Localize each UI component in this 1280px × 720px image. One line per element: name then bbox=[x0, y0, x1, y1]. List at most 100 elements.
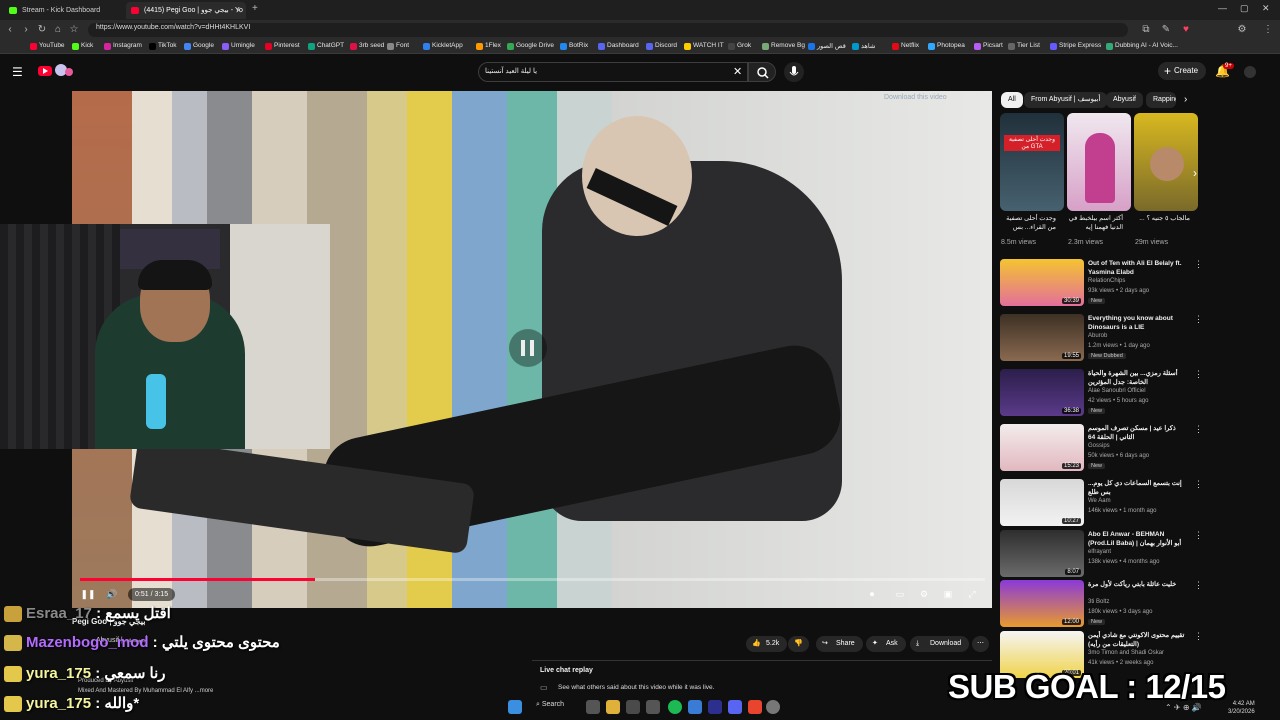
short-title-2[interactable]: أكثر اسم بيلخبط في الدنيا فهمنا إيه bbox=[1063, 214, 1123, 232]
task-view-icon[interactable] bbox=[586, 700, 600, 714]
doodle-logo-icon[interactable] bbox=[55, 64, 79, 78]
download-video-hint[interactable]: Download this video bbox=[884, 94, 947, 101]
autoplay-toggle-icon[interactable]: ⏺ bbox=[864, 588, 880, 601]
voice-search-button[interactable] bbox=[784, 62, 804, 82]
bookmark-item[interactable]: Photopea bbox=[928, 42, 965, 50]
chip-all[interactable]: All bbox=[1001, 92, 1023, 108]
bookmark-item[interactable]: Google Drive bbox=[507, 42, 554, 50]
bookmark-item[interactable]: TikTok bbox=[149, 42, 177, 50]
fullscreen-icon[interactable]: ⤢ bbox=[964, 588, 980, 601]
channel-name[interactable]: Alae Sanoubri Officiel bbox=[1088, 388, 1146, 394]
bookmark-item[interactable]: Google bbox=[184, 42, 214, 50]
more-options-icon[interactable]: ⋮ bbox=[1194, 259, 1203, 270]
premiere-icon[interactable] bbox=[708, 700, 722, 714]
settings-icon[interactable]: ⚙ bbox=[1236, 24, 1248, 36]
chip-rapping[interactable]: Rapping bbox=[1146, 92, 1176, 108]
ask-button[interactable]: ✦ Ask bbox=[866, 636, 906, 652]
more-options-icon[interactable]: ⋮ bbox=[1194, 424, 1203, 435]
recommended-video[interactable]: 8:07 Abo El Anwar - BEHMAN (Prod.Lil Baba… bbox=[1000, 530, 1203, 580]
bookmark-item[interactable]: قص الصور bbox=[808, 42, 846, 50]
channel-name[interactable]: elfrayant bbox=[1088, 549, 1111, 555]
recommended-video[interactable]: 10:27 إنت بتسمع السماعات دي كل يوم... بس … bbox=[1000, 479, 1203, 529]
youtube-logo-icon[interactable] bbox=[38, 66, 52, 76]
maximize-button[interactable]: ▢ bbox=[1240, 3, 1249, 14]
spotify-icon[interactable] bbox=[668, 700, 682, 714]
bookmark-item[interactable]: Remove Bg bbox=[762, 42, 805, 50]
video-thumbnail[interactable]: 19:55 bbox=[1000, 314, 1084, 361]
video-title[interactable]: Out of Ten with Ali El Belaly ft. Yasmin… bbox=[1088, 259, 1192, 277]
short-thumb-1[interactable]: وجدت أحلى تصفية من GTA bbox=[1000, 113, 1064, 211]
menu-icon[interactable]: ⋮ bbox=[1262, 24, 1274, 36]
bookmark-item[interactable]: ChatGPT bbox=[308, 42, 344, 50]
recommended-video[interactable]: 12:00 خليت عائلة بابتي ريأكت لأول مرة 3ti … bbox=[1000, 580, 1203, 630]
bookmark-item[interactable]: 3rb seed bbox=[350, 42, 384, 50]
bookmark-item[interactable]: Discord bbox=[646, 42, 677, 50]
channel-name[interactable]: Gossips bbox=[1088, 443, 1110, 449]
heart-icon[interactable]: ♥ bbox=[1180, 24, 1192, 36]
share-button[interactable]: ↪ Share bbox=[816, 636, 863, 652]
bookmark-item[interactable]: Stripe Express bbox=[1050, 42, 1101, 50]
like-button[interactable]: 👍 5.2k bbox=[746, 636, 788, 652]
windows-start-icon[interactable] bbox=[508, 700, 522, 714]
bookmark-item[interactable]: Pinterest bbox=[265, 42, 300, 50]
create-button[interactable]: + Create bbox=[1158, 62, 1206, 80]
subtitles-icon[interactable]: ▭ bbox=[892, 588, 908, 601]
more-options-icon[interactable]: ⋮ bbox=[1194, 580, 1203, 591]
short-thumb-2[interactable] bbox=[1067, 113, 1131, 211]
video-thumbnail[interactable]: 10:27 bbox=[1000, 479, 1084, 526]
avatar[interactable] bbox=[1244, 66, 1256, 78]
brave-browser-icon[interactable] bbox=[748, 700, 762, 714]
home-icon[interactable]: ⌂ bbox=[52, 24, 64, 36]
edit-icon[interactable]: ✎ bbox=[1160, 24, 1172, 36]
more-options-icon[interactable]: ⋮ bbox=[1194, 530, 1203, 541]
app-icon[interactable] bbox=[626, 700, 640, 714]
bookmark-item[interactable]: Font bbox=[387, 42, 409, 50]
channel-name[interactable]: 3mo Timon and Shadi Oskar bbox=[1088, 650, 1164, 656]
system-tray-icon[interactable]: ⌃ ✈ ⊕ 🔊 bbox=[1165, 703, 1202, 712]
bookmark-item[interactable]: Netflix bbox=[892, 42, 919, 50]
channel-name[interactable]: 3ti Boltz bbox=[1088, 599, 1109, 605]
dislike-button[interactable]: 👎 bbox=[788, 636, 809, 652]
bookmark-item[interactable]: Tier List bbox=[1008, 42, 1040, 50]
chips-next-icon[interactable]: › bbox=[1184, 94, 1187, 105]
obs-icon[interactable] bbox=[766, 700, 780, 714]
video-title[interactable]: خليت عائلة بابتي ريأكت لأول مرة bbox=[1088, 580, 1192, 598]
shorts-next-icon[interactable]: › bbox=[1193, 166, 1197, 180]
video-thumbnail[interactable]: 8:07 bbox=[1000, 530, 1084, 577]
video-thumbnail[interactable]: 12:00 bbox=[1000, 580, 1084, 627]
taskbar-search[interactable]: ⌕ Search bbox=[536, 701, 564, 709]
bookmark-item[interactable]: Umingle bbox=[222, 42, 255, 50]
video-title[interactable]: أسئلة رمزي... بين الشهرة والحياة الخاصة:… bbox=[1088, 369, 1192, 387]
channel-name[interactable]: Aburob bbox=[1088, 333, 1107, 339]
bookmark-icon[interactable]: ☆ bbox=[68, 24, 80, 36]
close-tab-icon[interactable]: ✕ bbox=[235, 2, 242, 19]
more-actions-button[interactable]: ⋯ bbox=[972, 636, 989, 652]
hamburger-menu-icon[interactable]: ☰ bbox=[12, 65, 23, 79]
tab-youtube[interactable]: (4415) Pegi Goo | بيجي جوو - Yo ✕ bbox=[126, 2, 246, 19]
clear-search-icon[interactable]: ✕ bbox=[733, 65, 742, 78]
bookmark-item[interactable]: BotRix bbox=[560, 42, 588, 50]
miniplayer-icon[interactable]: ▣ bbox=[940, 588, 956, 601]
settings-gear-icon[interactable]: ⚙ bbox=[916, 588, 932, 601]
chip-from-abyusif[interactable]: From Abyusif | أبيوسف bbox=[1024, 92, 1108, 108]
volume-icon[interactable]: 🔊 bbox=[104, 588, 120, 601]
bookmark-item[interactable]: 1Flex bbox=[476, 42, 501, 50]
discord-icon[interactable] bbox=[728, 700, 742, 714]
forward-icon[interactable]: › bbox=[20, 24, 32, 36]
video-title[interactable]: ذكرا عيد | مسكن تصرف الموسم الثاني | الح… bbox=[1088, 424, 1192, 442]
file-explorer-icon[interactable] bbox=[606, 700, 620, 714]
video-title[interactable]: Abo El Anwar - BEHMAN (Prod.Lil Baba) | … bbox=[1088, 530, 1192, 548]
video-thumbnail[interactable]: 30:39 bbox=[1000, 259, 1084, 306]
video-thumbnail[interactable]: 36:38 bbox=[1000, 369, 1084, 416]
bookmark-item[interactable]: Dashboard bbox=[598, 42, 639, 50]
more-options-icon[interactable]: ⋮ bbox=[1194, 631, 1203, 642]
app-icon[interactable] bbox=[646, 700, 660, 714]
bookmark-item[interactable]: Dubbing AI - AI Voic... bbox=[1106, 42, 1178, 50]
video-thumbnail[interactable]: 15:23 bbox=[1000, 424, 1084, 471]
live-chat-replay-panel[interactable]: Live chat replay ▭ See what others said … bbox=[532, 660, 992, 696]
more-options-icon[interactable]: ⋮ bbox=[1194, 479, 1203, 490]
video-title[interactable]: إنت بتسمع السماعات دي كل يوم... بس طلع bbox=[1088, 479, 1192, 497]
back-icon[interactable]: ‹ bbox=[4, 24, 16, 36]
chip-abyusif[interactable]: Abyusif bbox=[1106, 92, 1143, 108]
bookmark-item[interactable]: Kick bbox=[72, 42, 93, 50]
